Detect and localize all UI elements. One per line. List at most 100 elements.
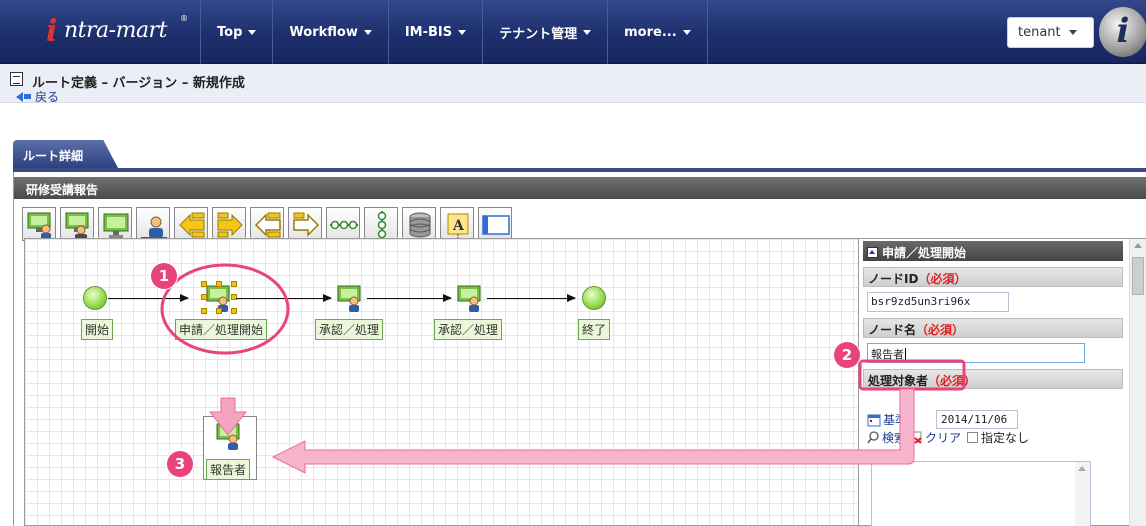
node-name-label: ノード名（必須） — [863, 318, 1123, 338]
approve-node-icon[interactable] — [60, 207, 94, 241]
section-header[interactable]: 申請／処理開始 — [863, 241, 1123, 261]
required-mark: （必須） — [928, 374, 977, 388]
start-node-label: 開始 — [81, 319, 114, 340]
main-menu: Top Workflow IM-BIS テナント管理 more... — [200, 0, 708, 64]
branch-node-icon[interactable] — [174, 207, 208, 241]
node-name-label-text: ノード名 — [868, 323, 917, 337]
selection-handle[interactable] — [231, 294, 237, 300]
scroll-up-icon[interactable] — [1078, 466, 1086, 471]
selection-handle[interactable] — [231, 281, 237, 287]
branch-outline-icon[interactable] — [250, 207, 284, 241]
reporter-node-label: 報告者 — [206, 459, 251, 480]
menu-workflow[interactable]: Workflow — [272, 0, 387, 64]
end-node-label: 終了 — [578, 319, 611, 340]
apply-node[interactable] — [205, 284, 233, 312]
join-node-icon[interactable] — [212, 207, 246, 241]
menu-top[interactable]: Top — [200, 0, 272, 64]
back-label: 戻る — [35, 90, 60, 104]
node-palette: A — [22, 207, 512, 241]
search-icon[interactable] — [867, 431, 880, 444]
menu-more[interactable]: more... — [607, 0, 708, 64]
collapse-toggle-icon[interactable] — [867, 247, 878, 258]
approve-node-2[interactable] — [456, 284, 484, 312]
step-badge-3: 3 — [167, 451, 193, 477]
text-cursor — [905, 348, 906, 361]
base-label[interactable]: 基準 — [883, 411, 907, 428]
process-node-icon[interactable] — [98, 207, 132, 241]
horizontal-join-icon[interactable] — [326, 207, 360, 241]
vertical-join-icon[interactable] — [364, 207, 398, 241]
menu-im-bis[interactable]: IM-BIS — [387, 0, 482, 64]
menu-more-label: more... — [624, 24, 677, 40]
selection-handle[interactable] — [231, 308, 237, 314]
search-row: 検索 クリア 指定なし — [867, 429, 1029, 446]
chevron-down-icon — [583, 29, 592, 35]
reporter-node[interactable] — [215, 422, 243, 450]
person-node-icon[interactable] — [136, 207, 170, 241]
base-date-row: 基準 — [867, 411, 907, 428]
properties-scrollbar[interactable] — [1129, 239, 1146, 526]
connector-approve1-approve2[interactable] — [367, 294, 452, 302]
tab-route-detail[interactable]: ルート詳細 — [13, 140, 118, 168]
text-node-icon[interactable]: A — [440, 207, 474, 241]
route-canvas[interactable]: 開始 申請／処理開始 承認／処理 承認／処理 終了 報告者 — [24, 238, 859, 526]
page-title: ルート定義 – バージョン – 新規作成 — [32, 76, 245, 91]
back-link[interactable]: 戻る — [16, 88, 59, 105]
search-link[interactable]: 検索 — [882, 429, 906, 446]
no-spec-checkbox[interactable] — [967, 432, 979, 443]
menu-tenant-admin[interactable]: テナント管理 — [482, 0, 607, 64]
logo-text: ntra-mart — [64, 18, 167, 43]
top-nav-bar: i ntra-mart ® Top Workflow IM-BIS テナント管理… — [0, 0, 1146, 64]
selection-handle[interactable] — [216, 308, 222, 314]
properties-panel: 申請／処理開始 ノードID（必須） bsr9zd5un3ri96x ノード名（必… — [859, 238, 1146, 526]
start-node[interactable] — [83, 286, 107, 310]
target-label-text: 処理対象者 — [868, 374, 929, 388]
selection-handle[interactable] — [201, 294, 207, 300]
connector-apply-approve1[interactable] — [236, 294, 332, 302]
page-icon — [10, 72, 23, 86]
svg-text:A: A — [452, 218, 465, 234]
approve-node-1-label: 承認／処理 — [315, 319, 384, 340]
scrollbar-thumb[interactable] — [1132, 257, 1144, 295]
base-date-field[interactable]: 2014/11/06 — [936, 410, 1018, 429]
selection-handle[interactable] — [201, 281, 207, 287]
no-spec-label: 指定なし — [981, 431, 1030, 445]
database-icon[interactable] — [402, 207, 436, 241]
logo-i-mark: i — [46, 14, 58, 49]
intra-mart-logo[interactable]: i ntra-mart ® — [46, 10, 196, 50]
node-name-field[interactable]: 報告者 — [867, 343, 1085, 363]
frame-icon[interactable] — [478, 207, 512, 241]
approve-node-1[interactable] — [336, 284, 364, 312]
selection-handle[interactable] — [216, 281, 222, 287]
back-arrow-tail — [24, 94, 31, 99]
connector-start-apply[interactable] — [108, 294, 189, 302]
node-name-value: 報告者 — [871, 348, 904, 361]
route-name-header: 研修受講報告 — [14, 177, 1146, 199]
calendar-icon[interactable] — [867, 413, 881, 427]
chevron-down-icon — [682, 29, 691, 35]
end-node[interactable] — [582, 286, 606, 310]
intra-mart-brand-icon[interactable]: i — [1099, 7, 1146, 57]
chevron-down-icon — [248, 29, 257, 35]
logo-registered-mark: ® — [180, 14, 188, 23]
node-id-label: ノードID（必須） — [863, 267, 1123, 287]
clear-icon[interactable] — [910, 431, 923, 444]
node-id-field[interactable]: bsr9zd5un3ri96x — [867, 292, 1009, 312]
tenant-label: tenant — [1018, 25, 1061, 40]
menu-top-label: Top — [217, 24, 243, 40]
properties-content: 申請／処理開始 ノードID（必須） bsr9zd5un3ri96x ノード名（必… — [863, 241, 1123, 389]
list-scrollbar[interactable] — [1075, 462, 1090, 526]
section-title: 申請／処理開始 — [882, 246, 967, 260]
chevron-down-icon — [458, 29, 467, 35]
apply-node-label: 申請／処理開始 — [175, 319, 268, 340]
page-title-band: ルート定義 – バージョン – 新規作成 戻る — [0, 64, 1146, 105]
chevron-down-icon — [363, 29, 372, 35]
scroll-up-icon[interactable] — [1134, 243, 1142, 248]
connector-approve2-end[interactable] — [487, 294, 576, 302]
apply-node-icon[interactable] — [22, 207, 56, 241]
tenant-dropdown[interactable]: tenant — [1007, 17, 1094, 48]
target-list-box[interactable] — [871, 461, 1091, 526]
clear-link[interactable]: クリア — [925, 429, 961, 446]
selection-handle[interactable] — [201, 308, 207, 314]
join-outline-icon[interactable] — [288, 207, 322, 241]
